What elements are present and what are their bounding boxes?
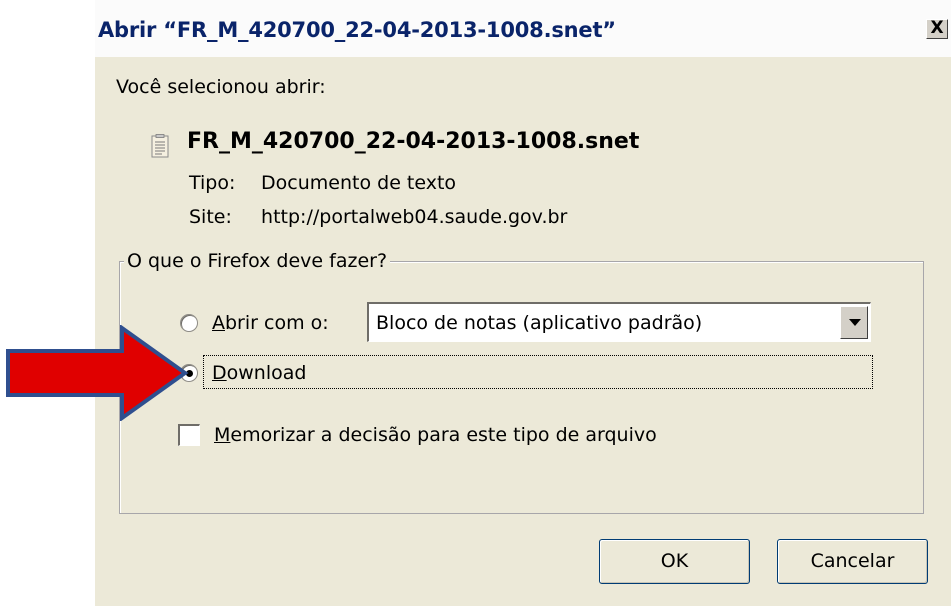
chevron-down-icon xyxy=(849,319,861,326)
site-label: Site: xyxy=(189,206,232,228)
remember-decision-label[interactable]: Memorizar a decisão para este tipo de ar… xyxy=(214,424,657,446)
dialog-title: Abrir “FR_M_420700_22-04-2013-1008.snet” xyxy=(98,18,616,42)
file-name: FR_M_420700_22-04-2013-1008.snet xyxy=(187,129,640,154)
download-dialog: Abrir “FR_M_420700_22-04-2013-1008.snet”… xyxy=(95,0,951,606)
title-bar[interactable]: Abrir “FR_M_420700_22-04-2013-1008.snet”… xyxy=(95,0,951,57)
text-file-icon xyxy=(151,134,169,158)
type-value: Documento de texto xyxy=(261,172,457,194)
download-label[interactable]: Download xyxy=(212,362,306,384)
intro-text: Você selecionou abrir: xyxy=(116,76,326,98)
site-value: http://portalweb04.saude.gov.br xyxy=(261,206,568,228)
select-dropdown-button[interactable] xyxy=(840,306,868,339)
open-with-label[interactable]: Abrir com o: xyxy=(212,312,329,334)
red-arrow-annotation-icon xyxy=(6,325,189,421)
application-select[interactable]: Bloco de notas (aplicativo padrão) xyxy=(367,302,871,342)
ok-button[interactable]: OK xyxy=(599,539,750,584)
remember-decision-checkbox[interactable] xyxy=(178,424,200,446)
type-label: Tipo: xyxy=(189,172,236,194)
file-type-row: Tipo: Documento de texto xyxy=(189,172,456,194)
cancel-button[interactable]: Cancelar xyxy=(777,539,928,584)
file-site-row: Site: http://portalweb04.saude.gov.br xyxy=(189,206,567,228)
action-group-legend: O que o Firefox deve fazer? xyxy=(124,250,391,272)
close-button[interactable]: X xyxy=(926,19,948,39)
red-arrow-shape xyxy=(6,325,189,421)
application-select-value: Bloco de notas (aplicativo padrão) xyxy=(376,312,703,334)
